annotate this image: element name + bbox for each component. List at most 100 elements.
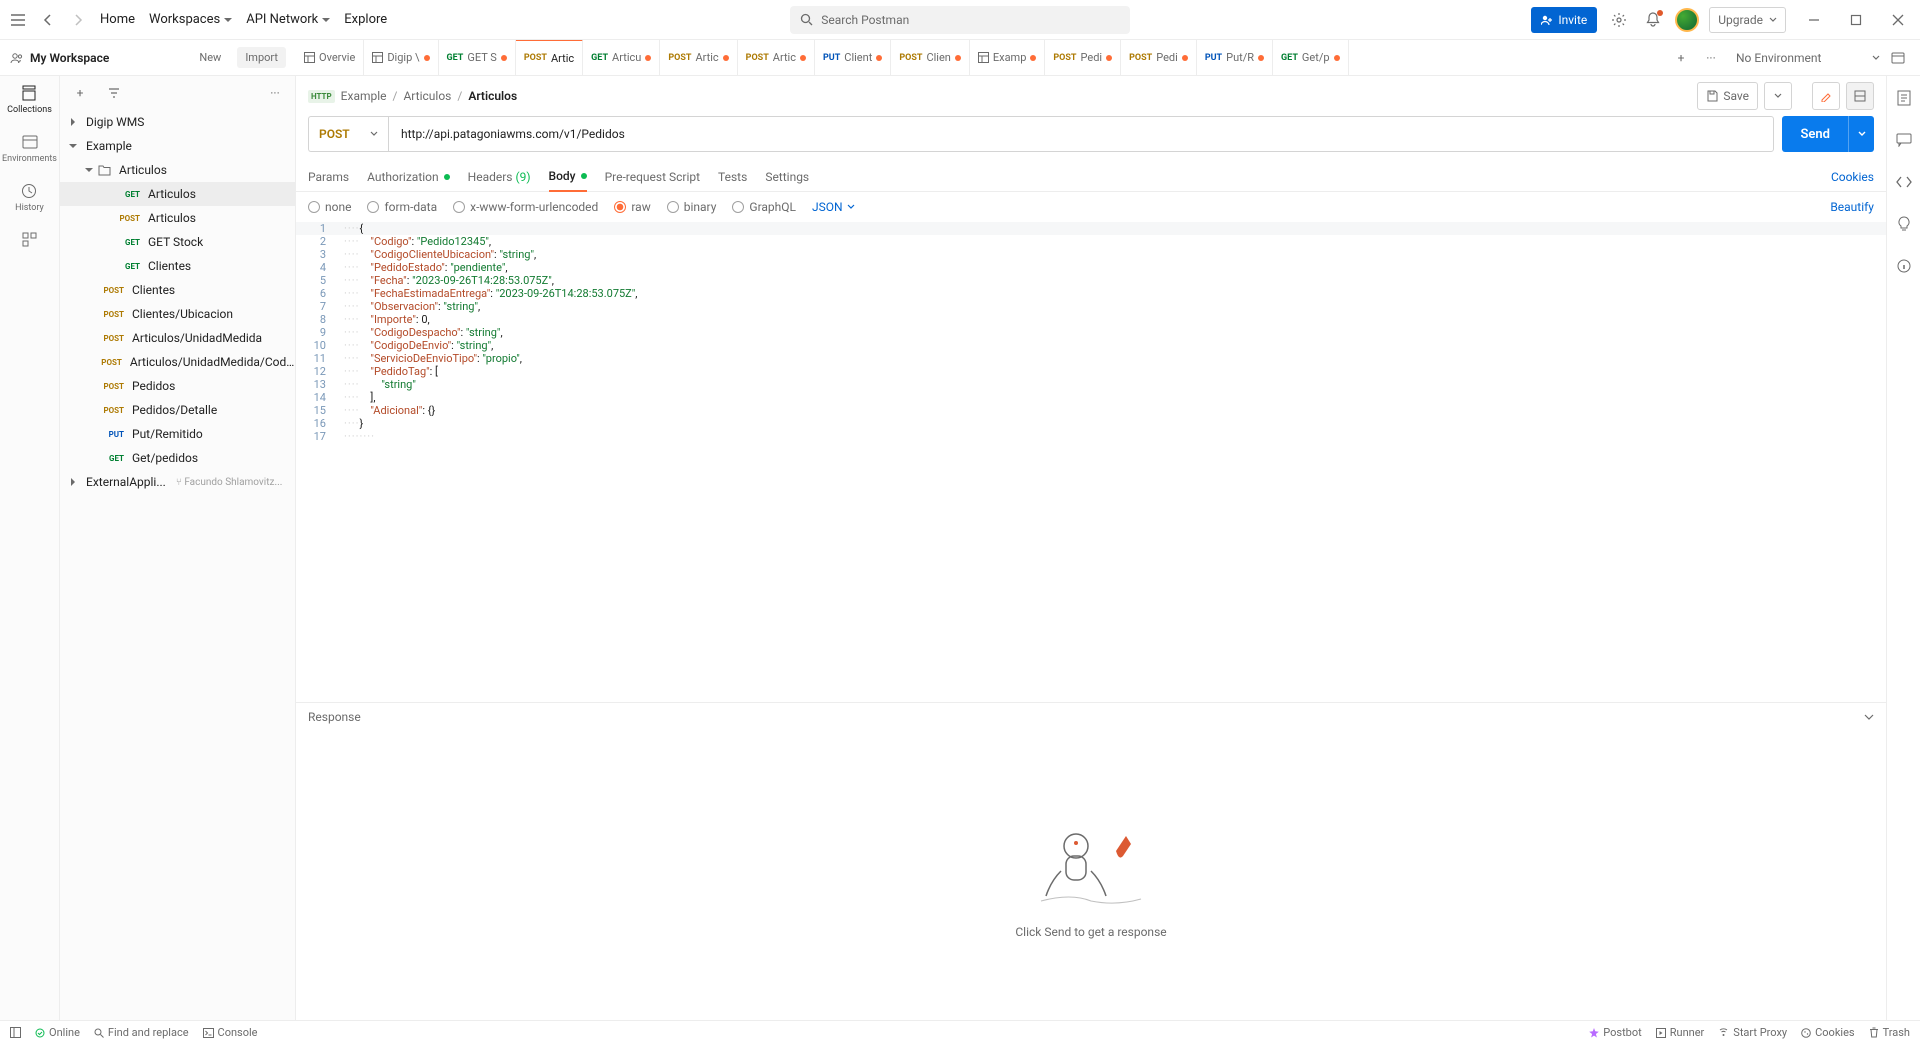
- tab[interactable]: GETArticu: [583, 40, 660, 76]
- menu-icon[interactable]: [8, 10, 28, 30]
- nav-workspaces[interactable]: Workspaces: [147, 8, 234, 31]
- tab-headers[interactable]: Headers (9): [468, 162, 531, 192]
- environment-select[interactable]: No Environment: [1736, 51, 1866, 65]
- code-line[interactable]: 10···· "CodigoDeEnvio": "string",: [296, 339, 1886, 352]
- tab[interactable]: POSTPedi: [1045, 40, 1121, 76]
- status-find-replace[interactable]: Find and replace: [94, 1026, 189, 1039]
- code-line[interactable]: 13···· "string": [296, 378, 1886, 391]
- tab[interactable]: POSTArtic: [660, 40, 737, 76]
- body-type-graphql[interactable]: GraphQL: [732, 200, 796, 214]
- tab[interactable]: Overvie: [296, 40, 364, 76]
- tab[interactable]: Digip \: [364, 40, 438, 76]
- tree-folder[interactable]: Example: [60, 134, 295, 158]
- upgrade-button[interactable]: Upgrade: [1709, 7, 1786, 33]
- env-quicklook-icon[interactable]: [1886, 46, 1910, 70]
- sidebar-add[interactable]: +: [68, 81, 92, 105]
- tab-body[interactable]: Body: [549, 162, 587, 192]
- import-button[interactable]: Import: [237, 47, 286, 68]
- beautify-link[interactable]: Beautify: [1830, 200, 1874, 214]
- tree-folder[interactable]: ExternalAppli...⑂ Facundo Shlamovitz...: [60, 470, 295, 494]
- tree-request[interactable]: POSTPedidos: [60, 374, 295, 398]
- window-maximize[interactable]: [1842, 6, 1870, 34]
- tab-params[interactable]: Params: [308, 162, 349, 192]
- rail-history[interactable]: History: [15, 182, 44, 213]
- tab[interactable]: GETGet/p: [1273, 40, 1349, 76]
- code-line[interactable]: 5···· "Fecha": "2023-09-26T14:28:53.075Z…: [296, 274, 1886, 287]
- code-line[interactable]: 7···· "Observacion": "string",: [296, 300, 1886, 313]
- send-button[interactable]: Send: [1782, 116, 1874, 152]
- sidebar-filter[interactable]: [102, 81, 126, 105]
- invite-button[interactable]: Invite: [1531, 7, 1597, 33]
- code-line[interactable]: 8···· "Importe": 0,: [296, 313, 1886, 326]
- body-type-raw[interactable]: raw: [614, 200, 650, 214]
- code-line[interactable]: 2···· "Codigo": "Pedido12345",: [296, 235, 1886, 248]
- window-close[interactable]: [1884, 6, 1912, 34]
- code-line[interactable]: 3···· "CodigoClienteUbicacion": "string"…: [296, 248, 1886, 261]
- code-line[interactable]: 1····{: [296, 222, 1886, 235]
- tab[interactable]: GETGET S: [439, 40, 516, 76]
- user-avatar[interactable]: [1675, 8, 1699, 32]
- breadcrumb-2[interactable]: Articulos: [403, 89, 451, 103]
- code-snippet-icon[interactable]: [1892, 170, 1916, 194]
- tab[interactable]: PUTClient: [815, 40, 891, 76]
- rail-configure[interactable]: [21, 231, 39, 249]
- tree-request[interactable]: POSTArticulos/UnidadMedida/Codig...: [60, 350, 295, 374]
- save-dropdown[interactable]: [1764, 82, 1792, 110]
- status-start-proxy[interactable]: Start Proxy: [1718, 1026, 1787, 1039]
- tab[interactable]: POSTArtic: [516, 40, 583, 76]
- code-line[interactable]: 14···· ],: [296, 391, 1886, 404]
- rail-collections[interactable]: Collections: [7, 84, 52, 115]
- info-icon[interactable]: [1892, 254, 1916, 278]
- tree-request[interactable]: GETArticulos: [60, 182, 295, 206]
- status-panel-toggle[interactable]: [10, 1027, 21, 1038]
- tab[interactable]: POSTPedi: [1121, 40, 1197, 76]
- code-line[interactable]: 4···· "PedidoEstado": "pendiente",: [296, 261, 1886, 274]
- body-type-binary[interactable]: binary: [667, 200, 717, 214]
- tree-request[interactable]: POSTPedidos/Detalle: [60, 398, 295, 422]
- layout-toggle[interactable]: [1846, 82, 1874, 110]
- tab-menu-button[interactable]: ···: [1696, 51, 1726, 65]
- status-trash[interactable]: Trash: [1869, 1026, 1910, 1039]
- nav-home[interactable]: Home: [98, 8, 137, 31]
- tree-folder[interactable]: Articulos: [60, 158, 295, 182]
- hints-icon[interactable]: [1892, 212, 1916, 236]
- tree-request[interactable]: POSTArticulos: [60, 206, 295, 230]
- breadcrumb-3[interactable]: Articulos: [468, 89, 517, 103]
- save-button[interactable]: Save: [1697, 82, 1758, 110]
- method-select[interactable]: POST: [308, 116, 388, 152]
- tree-request[interactable]: GETGET Stock: [60, 230, 295, 254]
- back-button[interactable]: [38, 10, 58, 30]
- comments-icon[interactable]: [1892, 128, 1916, 152]
- docs-icon[interactable]: [1892, 86, 1916, 110]
- window-minimize[interactable]: [1800, 6, 1828, 34]
- body-type-urlenc[interactable]: x-www-form-urlencoded: [453, 200, 598, 214]
- code-line[interactable]: 16····}: [296, 417, 1886, 430]
- tree-request[interactable]: PUTPut/Remitido: [60, 422, 295, 446]
- rail-environments[interactable]: Environments: [2, 133, 57, 164]
- nav-api-network[interactable]: API Network: [244, 8, 332, 31]
- settings-icon[interactable]: [1607, 8, 1631, 32]
- code-line[interactable]: 11···· "ServicioDeEnvioTipo": "propio",: [296, 352, 1886, 365]
- tab-tests[interactable]: Tests: [718, 162, 747, 192]
- search-input[interactable]: Search Postman: [790, 6, 1130, 34]
- status-cookies[interactable]: Cookies: [1801, 1026, 1854, 1039]
- tab-settings[interactable]: Settings: [765, 162, 809, 192]
- tree-request[interactable]: GETClientes: [60, 254, 295, 278]
- cookies-link[interactable]: Cookies: [1831, 170, 1874, 184]
- tree-request[interactable]: GETGet/pedidos: [60, 446, 295, 470]
- breadcrumb-1[interactable]: Example: [341, 89, 387, 103]
- tab[interactable]: POSTClien: [891, 40, 970, 76]
- code-line[interactable]: 17········: [296, 430, 1886, 443]
- status-runner[interactable]: Runner: [1656, 1026, 1705, 1039]
- notifications-icon[interactable]: [1641, 8, 1665, 32]
- new-tab-button[interactable]: +: [1666, 51, 1696, 65]
- code-line[interactable]: 6···· "FechaEstimadaEntrega": "2023-09-2…: [296, 287, 1886, 300]
- status-postbot[interactable]: Postbot: [1589, 1026, 1641, 1039]
- tree-request[interactable]: POSTArticulos/UnidadMedida: [60, 326, 295, 350]
- raw-language-select[interactable]: JSON: [812, 200, 855, 214]
- status-online[interactable]: Online: [35, 1026, 80, 1039]
- new-button[interactable]: New: [191, 47, 229, 68]
- code-line[interactable]: 12···· "PedidoTag": [: [296, 365, 1886, 378]
- tab-authorization[interactable]: Authorization: [367, 162, 450, 192]
- code-line[interactable]: 9···· "CodigoDespacho": "string",: [296, 326, 1886, 339]
